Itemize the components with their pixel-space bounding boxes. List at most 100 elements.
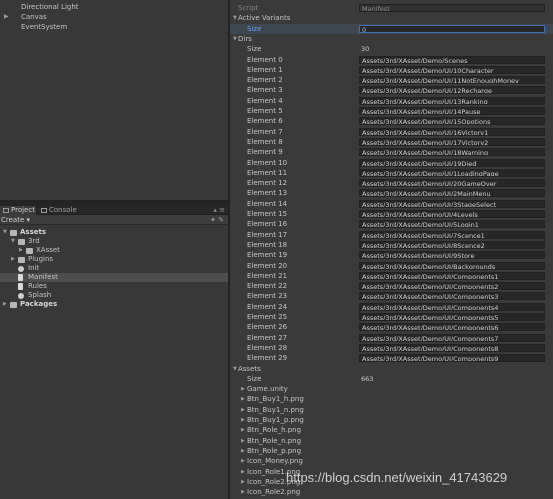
collapsed-arrow-icon[interactable]: ▶ — [3, 300, 7, 309]
dirs-element-value[interactable]: Assets/3rd/XAsset/Demo/UI/13Ranking — [359, 96, 545, 105]
folder-icon — [18, 257, 25, 263]
dirs-element-value[interactable]: Assets/3rd/XAsset/Demo/UI/8Scence2 — [359, 240, 545, 249]
hierarchy-item[interactable]: EventSystem — [0, 22, 228, 32]
dirs-element-value[interactable]: Assets/3rd/XAsset/Demo/UI/5Login1 — [359, 220, 545, 229]
dirs-element-value[interactable]: Assets/3rd/XAsset/Demo/UI/4Levels — [359, 210, 545, 218]
asset-item[interactable]: ▶ Game.unity — [230, 384, 553, 394]
active-variants-size-label: Size — [247, 24, 262, 33]
dirs-size-value[interactable]: 30 — [359, 45, 545, 53]
dirs-element: Element 28 Assets/3rd/XAsset/Demo/UI/Comp… — [230, 343, 553, 353]
expand-arrow-icon[interactable]: ▶ — [4, 12, 9, 22]
collapsed-arrow-icon[interactable]: ▶ — [241, 467, 245, 477]
collapsed-arrow-icon[interactable]: ▶ — [241, 487, 245, 497]
expanded-arrow-icon[interactable]: ▼ — [11, 237, 15, 246]
project-tab-bar: Project Console ▴ ≡ — [0, 206, 228, 215]
tab-project[interactable]: Project — [0, 206, 37, 215]
dirs-element-value[interactable]: Assets/3rd/XAsset/Demo/UI/Components2 — [359, 282, 545, 291]
active-variants-size-value[interactable]: 0 — [359, 24, 545, 33]
dirs-element-value[interactable]: Assets/3rd/XAsset/Demo/UI/Components8 — [359, 343, 545, 352]
collapsed-arrow-icon[interactable]: ▶ — [241, 477, 245, 487]
dirs-element-value[interactable]: Assets/3rd/XAsset/Demo/UI/Components1 — [359, 271, 545, 280]
dirs-element-value[interactable]: Assets/3rd/XAsset/Demo/UI/11NotEnoughMon… — [359, 76, 545, 85]
dirs-element-value[interactable]: Assets/3rd/XAsset/Demo/UI/12Recharge — [359, 86, 545, 95]
doc-icon — [18, 274, 23, 281]
asset-item[interactable]: ▶ Btn_Role_n.png — [230, 436, 553, 446]
left-column: Directional Light ▶ Canvas EventSystem Proj… — [0, 0, 228, 499]
collapsed-arrow-icon[interactable]: ▶ — [241, 394, 245, 404]
tree-item[interactable]: Init — [0, 264, 228, 273]
dirs-element-value[interactable]: Assets/3rd/XAsset/Demo/UI/2MainMenu — [359, 189, 545, 198]
tab-console[interactable]: Console — [38, 206, 78, 215]
tree-item[interactable]: ▼ Assets — [0, 228, 228, 237]
collapsed-arrow-icon[interactable]: ▶ — [241, 415, 245, 425]
asset-item[interactable]: ▶ Btn_Buy1_n.png — [230, 405, 553, 415]
hierarchy-panel: Directional Light ▶ Canvas EventSystem — [0, 0, 228, 200]
collapsed-arrow-icon[interactable]: ▶ — [241, 425, 245, 435]
tree-item[interactable]: Splash — [0, 291, 228, 300]
active-variants-foldout: ▼ Active Variants — [230, 13, 553, 23]
dirs-element-value[interactable]: Assets/3rd/XAsset/Demo/UI/1LoadingPage — [359, 168, 545, 177]
dirs-element-label: Element 6 — [247, 117, 283, 126]
dirs-element-value[interactable]: Assets/3rd/XAsset/Demo/UI/9Store — [359, 251, 545, 260]
assets-size-value[interactable]: 663 — [359, 375, 545, 383]
asset-item[interactable]: ▶ Icon_Money.png — [230, 456, 553, 466]
dirs-element-value[interactable]: Assets/3rd/XAsset/Demo/UI/Components3 — [359, 292, 545, 301]
dirs-element-value[interactable]: Assets/3rd/XAsset/Demo/UI/17Victory2 — [359, 137, 545, 146]
dirs-element: Element 23 Assets/3rd/XAsset/Demo/UI/Comp… — [230, 291, 553, 301]
asset-item[interactable]: ▶ Icon_Role2.png — [230, 487, 553, 497]
collapsed-arrow-icon[interactable]: ▶ — [241, 405, 245, 415]
dirs-element-value[interactable]: Assets/3rd/XAsset/Demo/UI/Components6 — [359, 323, 545, 332]
tree-item[interactable]: Rules — [0, 282, 228, 291]
script-field-value[interactable]: Manifest — [359, 4, 545, 12]
asset-item[interactable]: ▶ Btn_Role_h.png — [230, 425, 553, 435]
foldout-arrow-icon[interactable]: ▼ — [233, 364, 237, 374]
script-field: Script Manifest — [230, 3, 553, 13]
collapsed-arrow-icon[interactable]: ▶ — [241, 446, 245, 456]
active-variants-size: Size 0 — [230, 23, 553, 34]
hierarchy-item[interactable]: Directional Light — [0, 2, 228, 12]
asset-item[interactable]: ▶ Btn_Buy1_h.png — [230, 394, 553, 404]
dirs-element: Element 4 Assets/3rd/XAsset/Demo/UI/13Ran… — [230, 96, 553, 106]
tree-item[interactable]: Manifest — [0, 273, 228, 282]
dirs-element-value[interactable]: Assets/3rd/XAsset/Demo/UI/14Pause — [359, 107, 545, 115]
panel-menu-icon[interactable]: ▴ ≡ — [213, 206, 225, 214]
dirs-element-label: Element 15 — [247, 210, 288, 218]
dirs-element-value[interactable]: Assets/3rd/XAsset/Demo/UI/Components5 — [359, 313, 545, 321]
toolbar-icons[interactable]: ✦ ✎ — [210, 216, 224, 224]
dirs-element-label: Element 8 — [247, 137, 283, 146]
hierarchy-item[interactable]: ▶ Canvas — [0, 12, 228, 22]
dirs-element-value[interactable]: Assets/3rd/XAsset/Demo/UI/Backgrounds — [359, 261, 545, 270]
gear-icon — [18, 266, 24, 272]
dirs-element-label: Element 29 — [247, 354, 288, 363]
tree-item[interactable]: ▶ XAsset — [0, 246, 228, 255]
assets-foldout-label: Assets — [238, 364, 261, 373]
dirs-element-value[interactable]: Assets/3rd/XAsset/Demo/UI/10Character — [359, 65, 545, 74]
dirs-element-value[interactable]: Assets/3rd/XAsset/Demo/UI/19Died — [359, 158, 545, 167]
dirs-element-value[interactable]: Assets/3rd/XAsset/Demo/UI/18Warning — [359, 148, 545, 157]
dirs-element-value[interactable]: Assets/3rd/XAsset/Demo/Scenes — [359, 55, 545, 64]
dirs-element-value[interactable]: Assets/3rd/XAsset/Demo/UI/20GameOver — [359, 179, 545, 188]
dirs-element-value[interactable]: Assets/3rd/XAsset/Demo/UI/15Opotions — [359, 117, 545, 126]
expanded-arrow-icon[interactable]: ▼ — [3, 228, 7, 237]
dirs-element-value[interactable]: Assets/3rd/XAsset/Demo/UI/Components9 — [359, 354, 545, 363]
collapsed-arrow-icon[interactable]: ▶ — [19, 246, 23, 255]
foldout-arrow-icon[interactable]: ▼ — [233, 13, 237, 23]
dirs-element-value[interactable]: Assets/3rd/XAsset/Demo/UI/Components4 — [359, 302, 545, 311]
asset-item[interactable]: ▶ Btn_Buy1_p.png — [230, 415, 553, 425]
tree-item[interactable]: ▼ 3rd — [0, 237, 228, 246]
dirs-element-value[interactable]: Assets/3rd/XAsset/Demo/UI/7Scence1 — [359, 230, 545, 239]
dirs-element: Element 10 Assets/3rd/XAsset/Demo/UI/19Di… — [230, 158, 553, 168]
tree-item[interactable]: ▶ Plugins — [0, 255, 228, 264]
dirs-element-value[interactable]: Assets/3rd/XAsset/Demo/UI/16Victory1 — [359, 127, 545, 136]
dirs-element-value[interactable]: Assets/3rd/XAsset/Demo/UI/Components7 — [359, 333, 545, 342]
tree-item[interactable]: ▶ Packages — [0, 300, 228, 309]
collapsed-arrow-icon[interactable]: ▶ — [241, 456, 245, 466]
dirs-element-value[interactable]: Assets/3rd/XAsset/Demo/UI/3StageSelect — [359, 199, 545, 208]
dirs-foldout-label: Dirs — [238, 34, 252, 43]
foldout-arrow-icon[interactable]: ▼ — [233, 34, 237, 44]
collapsed-arrow-icon[interactable]: ▶ — [241, 436, 245, 446]
collapsed-arrow-icon[interactable]: ▶ — [11, 255, 15, 264]
collapsed-arrow-icon[interactable]: ▶ — [241, 384, 245, 394]
create-button[interactable]: Create ▾ — [1, 215, 30, 225]
asset-item[interactable]: ▶ Btn_Role_p.png — [230, 446, 553, 456]
